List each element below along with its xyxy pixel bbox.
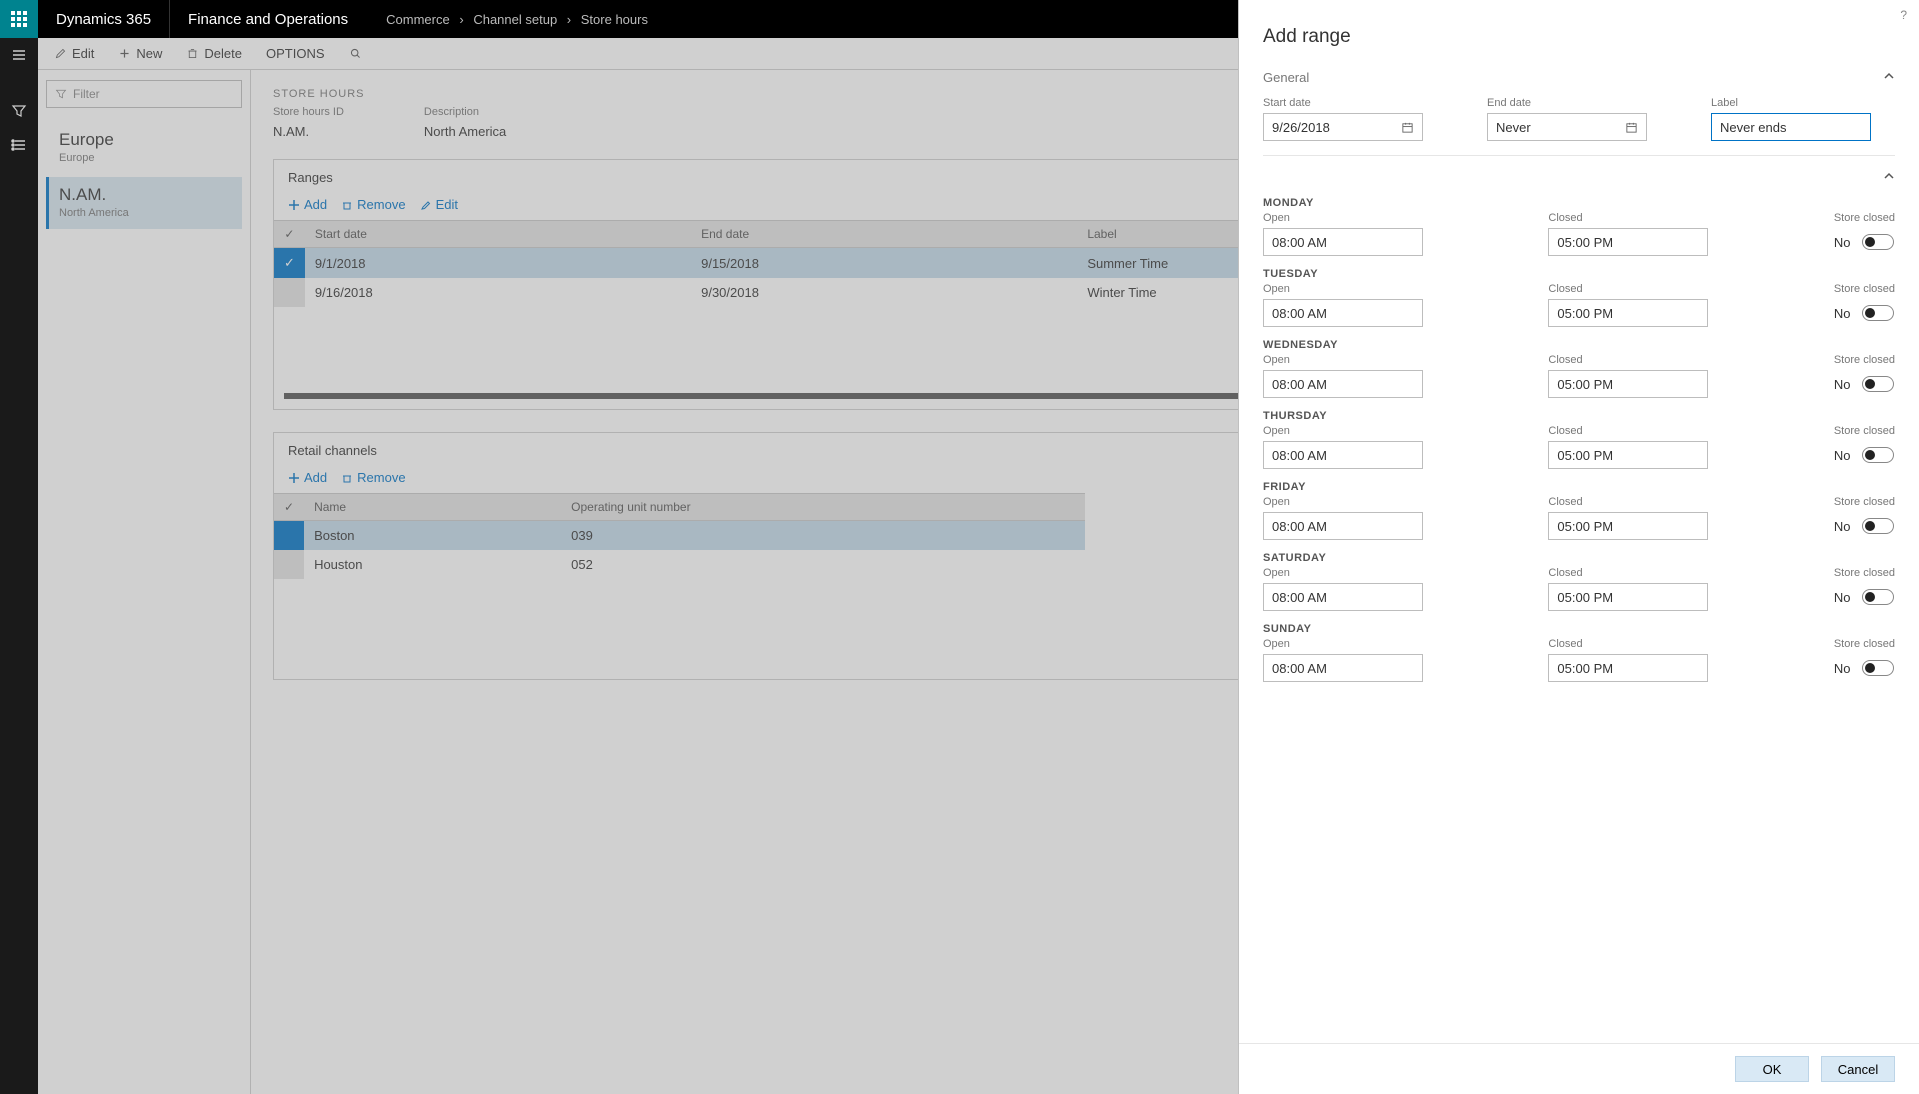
chevron-up-icon: [1883, 170, 1895, 182]
panel-title: Add range: [1239, 0, 1919, 56]
hamburger-icon: [11, 47, 27, 63]
store-closed-toggle[interactable]: [1862, 518, 1894, 534]
crumb[interactable]: Store hours: [581, 12, 648, 27]
open-time-input[interactable]: 08:00 AM: [1263, 654, 1423, 682]
closed-label: Closed: [1548, 496, 1793, 508]
open-label: Open: [1263, 425, 1508, 437]
filter-rail-button[interactable]: [0, 94, 38, 128]
store-closed-label: Store closed: [1834, 496, 1895, 508]
toggle-value: No: [1834, 519, 1851, 534]
store-closed-toggle[interactable]: [1862, 660, 1894, 676]
store-closed-label: Store closed: [1834, 567, 1895, 579]
calendar-icon: [1625, 121, 1638, 134]
label-label: Label: [1711, 97, 1895, 109]
day-block: THURSDAY Open 08:00 AM Closed 05:00 PM S…: [1263, 410, 1895, 469]
close-time-input[interactable]: 05:00 PM: [1548, 583, 1708, 611]
waffle-icon: [11, 11, 27, 27]
open-label: Open: [1263, 212, 1508, 224]
open-label: Open: [1263, 567, 1508, 579]
closed-label: Closed: [1548, 638, 1793, 650]
day-block: MONDAY Open 08:00 AM Closed 05:00 PM Sto…: [1263, 197, 1895, 256]
list-icon: [11, 137, 27, 153]
list-rail-button[interactable]: [0, 128, 38, 162]
open-time-input[interactable]: 08:00 AM: [1263, 512, 1423, 540]
open-label: Open: [1263, 496, 1508, 508]
day-block: FRIDAY Open 08:00 AM Closed 05:00 PM Sto…: [1263, 481, 1895, 540]
close-time-input[interactable]: 05:00 PM: [1548, 441, 1708, 469]
add-range-panel: ? Add range General Start date 9/26/2018…: [1238, 0, 1919, 1094]
store-closed-label: Store closed: [1834, 425, 1895, 437]
close-time-input[interactable]: 05:00 PM: [1548, 299, 1708, 327]
collapse-button[interactable]: [1883, 70, 1895, 85]
toggle-value: No: [1834, 377, 1851, 392]
app-launcher-button[interactable]: [0, 0, 38, 38]
close-time-input[interactable]: 05:00 PM: [1548, 512, 1708, 540]
open-label: Open: [1263, 638, 1508, 650]
day-name: FRIDAY: [1263, 481, 1895, 493]
funnel-icon: [11, 103, 27, 119]
day-block: WEDNESDAY Open 08:00 AM Closed 05:00 PM …: [1263, 339, 1895, 398]
open-label: Open: [1263, 354, 1508, 366]
close-time-input[interactable]: 05:00 PM: [1548, 370, 1708, 398]
day-block: SATURDAY Open 08:00 AM Closed 05:00 PM S…: [1263, 552, 1895, 611]
toggle-value: No: [1834, 235, 1851, 250]
closed-label: Closed: [1548, 283, 1793, 295]
chevron-up-icon: [1883, 70, 1895, 82]
store-closed-toggle[interactable]: [1862, 234, 1894, 250]
closed-label: Closed: [1548, 425, 1793, 437]
close-time-input[interactable]: 05:00 PM: [1548, 654, 1708, 682]
day-name: SUNDAY: [1263, 623, 1895, 635]
nav-rail: [0, 38, 38, 1094]
closed-label: Closed: [1548, 212, 1793, 224]
help-button[interactable]: ?: [1900, 8, 1907, 22]
store-closed-toggle[interactable]: [1862, 589, 1894, 605]
app-name: Finance and Operations: [169, 0, 366, 38]
open-time-input[interactable]: 08:00 AM: [1263, 441, 1423, 469]
day-name: SATURDAY: [1263, 552, 1895, 564]
day-block: SUNDAY Open 08:00 AM Closed 05:00 PM Sto…: [1263, 623, 1895, 682]
store-closed-label: Store closed: [1834, 283, 1895, 295]
open-time-input[interactable]: 08:00 AM: [1263, 228, 1423, 256]
crumb[interactable]: Commerce: [386, 12, 450, 27]
day-name: WEDNESDAY: [1263, 339, 1895, 351]
toggle-value: No: [1834, 306, 1851, 321]
ok-button[interactable]: OK: [1735, 1056, 1809, 1082]
open-time-input[interactable]: 08:00 AM: [1263, 299, 1423, 327]
store-closed-toggle[interactable]: [1862, 447, 1894, 463]
store-closed-label: Store closed: [1834, 354, 1895, 366]
end-date-input[interactable]: Never: [1487, 113, 1647, 141]
brand-label: Dynamics 365: [38, 11, 169, 28]
store-closed-label: Store closed: [1834, 212, 1895, 224]
toggle-value: No: [1834, 448, 1851, 463]
day-name: THURSDAY: [1263, 410, 1895, 422]
closed-label: Closed: [1548, 354, 1793, 366]
cancel-button[interactable]: Cancel: [1821, 1056, 1895, 1082]
store-closed-toggle[interactable]: [1862, 376, 1894, 392]
start-date-label: Start date: [1263, 97, 1447, 109]
crumb[interactable]: Channel setup: [473, 12, 557, 27]
toggle-value: No: [1834, 661, 1851, 676]
end-date-label: End date: [1487, 97, 1671, 109]
hamburger-button[interactable]: [0, 38, 38, 72]
day-name: MONDAY: [1263, 197, 1895, 209]
day-block: TUESDAY Open 08:00 AM Closed 05:00 PM St…: [1263, 268, 1895, 327]
toggle-value: No: [1834, 590, 1851, 605]
label-input[interactable]: Never ends: [1711, 113, 1871, 141]
collapse-button[interactable]: [1883, 170, 1895, 185]
close-time-input[interactable]: 05:00 PM: [1548, 228, 1708, 256]
start-date-input[interactable]: 9/26/2018: [1263, 113, 1423, 141]
general-section-label: General: [1263, 70, 1309, 85]
open-time-input[interactable]: 08:00 AM: [1263, 583, 1423, 611]
breadcrumb: Commerce › Channel setup › Store hours: [366, 12, 668, 27]
store-closed-label: Store closed: [1834, 638, 1895, 650]
open-label: Open: [1263, 283, 1508, 295]
open-time-input[interactable]: 08:00 AM: [1263, 370, 1423, 398]
calendar-icon: [1401, 121, 1414, 134]
day-name: TUESDAY: [1263, 268, 1895, 280]
closed-label: Closed: [1548, 567, 1793, 579]
store-closed-toggle[interactable]: [1862, 305, 1894, 321]
